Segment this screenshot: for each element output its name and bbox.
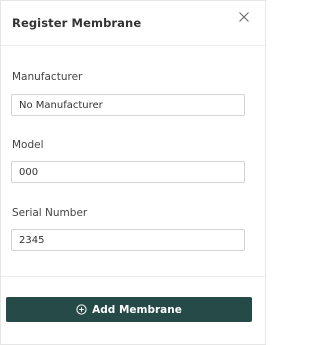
serial-number-input[interactable] xyxy=(11,229,245,251)
serial-number-label: Serial Number xyxy=(12,207,88,219)
manufacturer-label: Manufacturer xyxy=(12,71,83,83)
add-membrane-button[interactable]: Add Membrane xyxy=(6,297,252,322)
footer-divider xyxy=(1,276,265,277)
dialog-title: Register Membrane xyxy=(12,16,142,30)
close-icon[interactable] xyxy=(237,10,251,24)
model-label: Model xyxy=(12,139,44,151)
dialog-header: Register Membrane xyxy=(1,1,265,46)
register-membrane-dialog: Register Membrane Manufacturer Model Ser… xyxy=(0,0,266,345)
manufacturer-input[interactable] xyxy=(11,94,245,116)
plus-circle-icon xyxy=(76,304,87,315)
add-membrane-label: Add Membrane xyxy=(92,303,182,316)
model-input[interactable] xyxy=(11,161,245,183)
